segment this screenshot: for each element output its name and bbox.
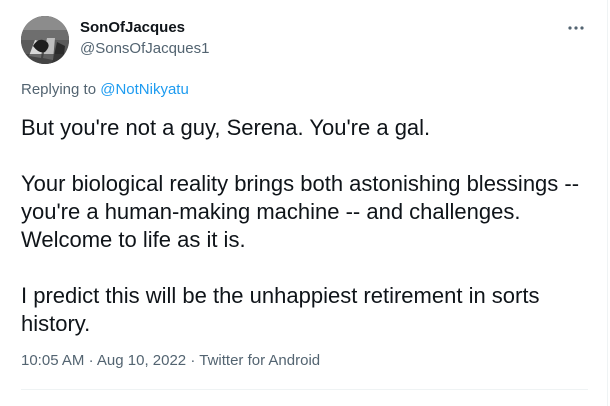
tweet-time[interactable]: 10:05 AM: [21, 352, 84, 369]
avatar-image: [21, 16, 69, 64]
tweet-paragraph-1: But you're not a guy, Serena. You're a g…: [21, 115, 431, 140]
tweet: SonOfJacques @SonsOfJacques1 Replying to…: [0, 0, 610, 406]
replying-to-mention-link[interactable]: @NotNikyatu: [100, 81, 189, 98]
tweet-paragraph-2: Your biological reality brings both asto…: [21, 171, 580, 252]
meta-separator: ·: [190, 352, 196, 369]
tweet-source[interactable]: Twitter for Android: [199, 352, 320, 369]
tweet-metadata: 10:05 AM · Aug 10, 2022 · Twitter for An…: [21, 351, 320, 371]
more-dots-icon: [568, 26, 584, 30]
column-border: [607, 0, 608, 406]
author-block[interactable]: SonOfJacques @SonsOfJacques1: [80, 18, 209, 59]
tweet-paragraph-3: I predict this will be the unhappiest re…: [21, 283, 540, 336]
meta-separator: ·: [88, 352, 94, 369]
tweet-date[interactable]: Aug 10, 2022: [97, 352, 186, 369]
author-display-name[interactable]: SonOfJacques: [80, 18, 209, 38]
replying-to-prefix: Replying to: [21, 81, 97, 98]
divider: [21, 389, 588, 390]
more-options-button[interactable]: [564, 18, 588, 38]
avatar[interactable]: [21, 16, 69, 64]
tweet-text: But you're not a guy, Serena. You're a g…: [21, 114, 596, 338]
replying-to: Replying to @NotNikyatu: [21, 80, 189, 100]
author-handle[interactable]: @SonsOfJacques1: [80, 39, 209, 59]
